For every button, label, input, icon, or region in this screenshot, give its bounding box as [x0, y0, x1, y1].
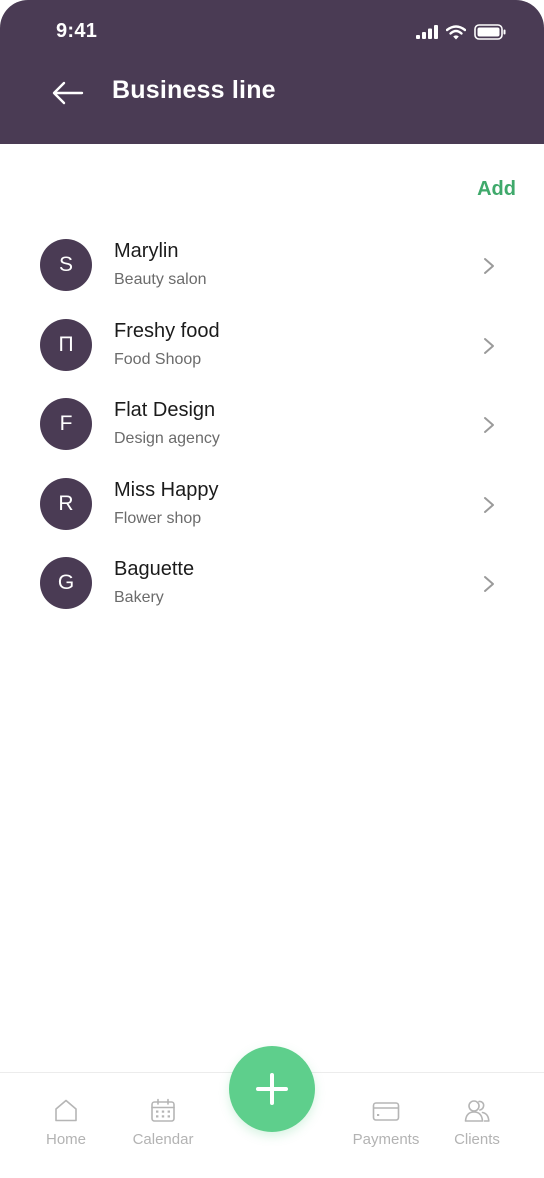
business-row-baguette[interactable]: G Baguette Bakery: [0, 542, 544, 622]
tab-clients[interactable]: Clients: [448, 1097, 506, 1148]
avatar: G: [40, 557, 92, 609]
avatar: R: [40, 477, 92, 530]
avatar: П: [40, 318, 92, 371]
add-fab-button[interactable]: [229, 1046, 315, 1132]
business-type: Flower shop: [114, 509, 202, 527]
tab-payments[interactable]: Payments: [344, 1097, 428, 1148]
wifi-icon: [446, 24, 466, 39]
business-name: Flat Design: [114, 399, 216, 421]
tab-label: Payments: [352, 1131, 420, 1148]
business-type: Design agency: [114, 430, 220, 447]
chevron-right-icon: [484, 576, 494, 592]
home-icon: [55, 1099, 77, 1122]
status-time: 9:41: [56, 20, 98, 42]
tab-label: Clients: [454, 1131, 500, 1148]
avatar: S: [40, 239, 92, 291]
tab-calendar[interactable]: Calendar: [125, 1097, 201, 1148]
back-button[interactable]: [52, 76, 88, 110]
business-name: Baguette: [114, 558, 195, 580]
signal-icon: [416, 25, 438, 39]
business-name: Marylin: [114, 240, 179, 262]
chevron-right-icon: [484, 337, 494, 354]
plus-icon: [256, 1073, 288, 1105]
tab-label: Calendar: [132, 1131, 194, 1148]
chevron-right-icon: [484, 417, 494, 433]
business-list: S Marylin Beauty salon П Freshy food Foo…: [0, 224, 544, 622]
business-row-miss-happy[interactable]: R Miss Happy Flower shop: [0, 463, 544, 543]
avatar: F: [40, 398, 92, 450]
business-type: Food Shoop: [114, 350, 202, 368]
business-type: Beauty salon: [114, 271, 207, 288]
chevron-right-icon: [484, 496, 494, 513]
business-row-flat-design[interactable]: F Flat Design Design agency: [0, 383, 544, 463]
arrow-left-icon: [52, 81, 84, 105]
tab-home[interactable]: Home: [40, 1097, 92, 1148]
business-name: Miss Happy: [114, 478, 219, 501]
users-icon: [464, 1100, 490, 1122]
tab-label: Home: [45, 1131, 86, 1148]
business-name: Freshy food: [114, 319, 220, 342]
calendar-icon: [151, 1098, 175, 1122]
app-header: 9:41 Business line: [0, 0, 544, 144]
business-type: Bakery: [114, 589, 164, 606]
battery-icon: [474, 24, 506, 40]
business-row-marylin[interactable]: S Marylin Beauty salon: [0, 224, 544, 304]
page-title: Business line: [112, 76, 276, 104]
chevron-right-icon: [484, 258, 494, 274]
card-icon: [372, 1102, 400, 1121]
status-icons: [416, 22, 506, 42]
add-business-button[interactable]: Add: [477, 178, 516, 201]
business-row-freshy-food[interactable]: П Freshy food Food Shoop: [0, 304, 544, 384]
